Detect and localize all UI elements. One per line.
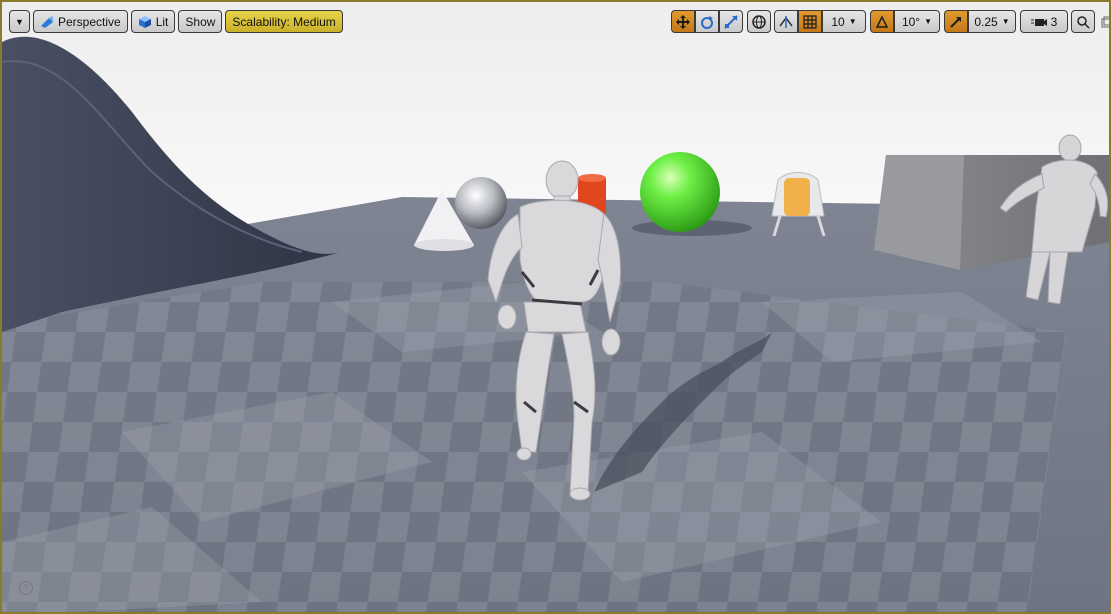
lit-button[interactable]: Lit <box>130 10 176 33</box>
show-button[interactable]: Show <box>178 10 223 33</box>
camera-speed-icon <box>1030 18 1047 26</box>
scale-snap-toggle[interactable] <box>944 10 968 33</box>
camera-speed-value: 3 <box>1050 14 1058 29</box>
lit-label: Lit <box>155 14 169 29</box>
viewport-toolbar-right: 10 ▼ 10° ▼ 0.25 ▼ 3 <box>671 9 1109 34</box>
rotation-snap-value: 10° <box>901 14 921 29</box>
rotation-snap-value-dropdown[interactable]: 10° ▼ <box>894 10 940 33</box>
show-label: Show <box>185 14 216 29</box>
globe-icon <box>752 14 766 29</box>
rotate-icon <box>701 15 713 29</box>
camera-speed-button[interactable]: 3 <box>1020 10 1068 33</box>
viewport-toolbar-left: ▼ Perspective Lit Show Scalability: Medi… <box>9 9 346 34</box>
grid-snap-value: 10 <box>831 14 845 29</box>
grid-icon <box>803 14 817 29</box>
move-arrows-icon <box>676 14 690 29</box>
scale-button[interactable] <box>719 10 743 33</box>
scale-snap-value-dropdown[interactable]: 0.25 ▼ <box>968 10 1016 33</box>
angle-icon <box>875 14 889 28</box>
restore-icon <box>1101 16 1109 27</box>
perspective-label: Perspective <box>58 14 121 29</box>
rotation-snap-toggle[interactable] <box>870 10 894 33</box>
chrome-sphere <box>455 177 507 229</box>
translate-button[interactable] <box>671 10 695 33</box>
scene-render[interactable] <box>2 2 1111 614</box>
scale-icon <box>724 14 738 29</box>
transform-tools <box>671 10 743 33</box>
scalability-button[interactable]: Scalability: Medium <box>225 10 343 33</box>
grid-snap-value-dropdown[interactable]: 10 ▼ <box>822 10 866 33</box>
level-viewport[interactable]: ▼ Perspective Lit Show Scalability: Medi… <box>0 0 1111 614</box>
perspective-camera-icon <box>41 15 53 28</box>
maximize-viewport-button[interactable] <box>1071 10 1095 33</box>
lit-cube-icon <box>138 15 151 28</box>
coordinate-system-button[interactable] <box>747 10 771 33</box>
viewport-options-button[interactable]: ▼ <box>9 10 30 33</box>
chevron-down-icon: ▼ <box>1001 17 1010 26</box>
scale-arrow-icon <box>950 16 961 28</box>
grid-snap-toggle[interactable] <box>798 10 822 33</box>
chevron-down-icon: ▼ <box>848 17 857 26</box>
rotation-snap-group: 10° ▼ <box>870 10 940 33</box>
surface-snap-icon <box>779 15 793 28</box>
search-icon <box>1077 15 1090 29</box>
scalability-label: Scalability: Medium <box>232 14 336 29</box>
chevron-down-icon: ▼ <box>15 16 24 27</box>
green-sphere <box>640 152 720 232</box>
chevron-down-icon: ▼ <box>924 17 933 26</box>
perspective-button[interactable]: Perspective <box>33 10 128 33</box>
restore-viewport-button[interactable] <box>1100 15 1109 29</box>
scale-snap-group: 0.25 ▼ <box>944 10 1016 33</box>
scale-snap-value: 0.25 <box>974 14 998 29</box>
surface-snap-button[interactable] <box>774 10 798 33</box>
rotate-button[interactable] <box>695 10 719 33</box>
help-icon[interactable]: ? <box>19 581 33 595</box>
grid-snap-group: 10 ▼ <box>774 10 866 33</box>
